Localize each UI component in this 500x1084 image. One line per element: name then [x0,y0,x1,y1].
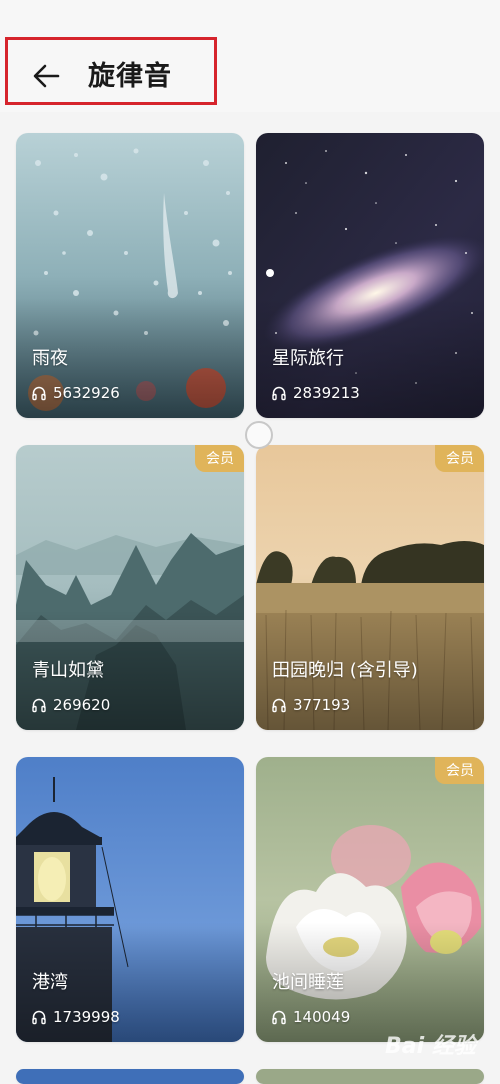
track-card-star-travel[interactable]: 星际旅行 2839213 [256,133,484,418]
play-count: 140049 [271,1008,350,1026]
track-title: 田园晚归 (含引导) [272,660,418,681]
vip-badge: 会员 [435,757,484,784]
play-count: 1739998 [31,1008,120,1026]
play-count-value: 377193 [293,696,351,714]
floating-circle-indicator [245,421,273,449]
play-count-value: 269620 [53,696,111,714]
track-card-partial[interactable] [16,1069,244,1084]
play-count-value: 2839213 [293,384,360,402]
app-header: 旋律音 [0,0,500,112]
watermark-logo: Bai 经验 [385,1034,476,1059]
track-title: 港湾 [32,972,68,993]
annotation-highlight-box [5,37,217,105]
track-card-green-mountains[interactable]: 会员 青山如黛 269620 [16,445,244,730]
play-count: 5632926 [31,384,120,402]
track-card-rain-night[interactable]: 雨夜 5632926 [16,133,244,418]
headphones-icon [272,386,286,401]
headphones-icon [272,1010,286,1025]
track-title: 池间睡莲 [272,972,344,993]
track-card-partial[interactable] [256,1069,484,1084]
headphones-icon [32,698,46,713]
track-card-harbor[interactable]: 港湾 1739998 [16,757,244,1042]
page: 旋律音 雨夜 5632926 星际旅行 2839213 会员 青山如黛 2696… [0,0,500,1084]
vip-badge: 会员 [195,445,244,472]
headphones-icon [32,386,46,401]
play-count-value: 140049 [293,1008,351,1026]
track-title: 星际旅行 [272,348,344,369]
vip-badge: 会员 [435,445,484,472]
headphones-icon [272,698,286,713]
play-count-value: 1739998 [53,1008,120,1026]
track-card-water-lily[interactable]: 会员 池间睡莲 140049 [256,757,484,1042]
track-title: 青山如黛 [32,660,104,681]
play-count-value: 5632926 [53,384,120,402]
play-count: 2839213 [271,384,360,402]
play-count: 269620 [31,696,110,714]
track-card-field-return[interactable]: 会员 田园晚归 (含引导) 377193 [256,445,484,730]
headphones-icon [32,1010,46,1025]
track-title: 雨夜 [32,348,68,369]
play-count: 377193 [271,696,350,714]
